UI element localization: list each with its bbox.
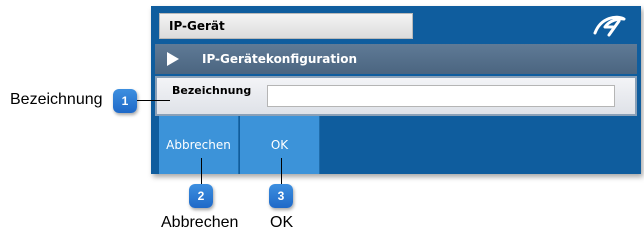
section-title: IP-Gerätekonfiguration: [202, 52, 358, 66]
callout-1-leader: [137, 100, 170, 101]
ok-button[interactable]: OK: [240, 116, 320, 174]
name-input[interactable]: [267, 85, 615, 107]
callout-3-badge: 3: [269, 184, 293, 208]
dialog-title: IP-Gerät: [159, 13, 413, 39]
name-field-label: Bezeichnung: [172, 84, 252, 97]
callout-2-badge: 2: [189, 184, 213, 208]
form-panel: Bezeichnung: [155, 76, 637, 116]
ip-device-dialog: IP-Gerät IP-Gerätekonfiguration Bezeichn…: [151, 6, 641, 174]
brand-logo-icon: [593, 15, 626, 37]
callout-1-label: Bezeichnung: [10, 91, 103, 108]
section-header[interactable]: IP-Gerätekonfiguration: [155, 44, 637, 74]
callout-2-label: Abbrechen: [161, 214, 239, 231]
play-icon: [167, 52, 179, 66]
cancel-button[interactable]: Abbrechen: [159, 116, 239, 174]
callout-1-badge: 1: [113, 89, 137, 113]
callout-3-label: OK: [270, 214, 294, 231]
